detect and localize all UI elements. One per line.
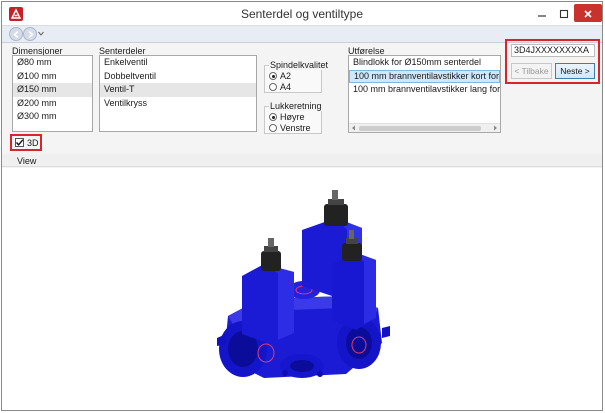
3d-viewport[interactable] (2, 168, 602, 410)
checkbox-checked-icon[interactable] (15, 138, 24, 147)
senterdeler-item-0[interactable]: Enkelventil (100, 56, 256, 70)
radio-selected-icon[interactable] (269, 72, 277, 80)
scroll-right-icon[interactable] (493, 125, 498, 131)
back-nav-button[interactable] (9, 27, 23, 41)
close-icon (584, 10, 592, 18)
utforelse-item-2[interactable]: 100 mm brannventilavstikker lang for Ø15 (349, 83, 500, 97)
radio-icon[interactable] (269, 124, 277, 132)
arrow-left-icon (12, 30, 18, 39)
spindelkvalitet-group: Spindelkvalitet A2 A4 (264, 60, 330, 93)
minimize-button[interactable] (531, 4, 553, 22)
spindelkvalitet-option-a4-label: A4 (280, 82, 292, 92)
maximize-icon (559, 9, 569, 19)
checkmark-icon (15, 139, 24, 146)
dimensjoner-item-4[interactable]: Ø300 mm (13, 110, 92, 124)
main-window: Senterdel og ventiltype Dimensjoner Ø80 … (1, 1, 603, 411)
dimensjoner-item-2[interactable]: Ø150 mm (13, 83, 92, 97)
lukkeretning-option-venstre-label: Venstre (280, 123, 311, 133)
scroll-left-icon[interactable] (351, 125, 356, 131)
scrollbar-thumb[interactable] (359, 126, 481, 131)
option-3d-label: 3D (27, 138, 39, 148)
lukkeretning-label: Lukkeretning (269, 101, 323, 111)
utforelse-item-1[interactable]: 100 mm brannventilavstikker kort for Ø15 (349, 69, 500, 83)
maximize-button[interactable] (553, 4, 575, 22)
back-button[interactable]: < Tilbake (511, 63, 552, 79)
arrow-right-icon (28, 30, 34, 39)
code-panel: 3D4JXXXXXXXXA < Tilbake Neste > (505, 39, 600, 84)
spindelkvalitet-label: Spindelkvalitet (269, 60, 330, 70)
radio-icon[interactable] (269, 83, 277, 91)
dimensjoner-list[interactable]: Ø80 mm Ø100 mm Ø150 mm Ø200 mm Ø300 mm (12, 55, 93, 132)
lukkeretning-group: Lukkeretning Høyre Venstre (264, 101, 323, 134)
option-3d-box: 3D (10, 134, 42, 151)
next-button[interactable]: Neste > (555, 63, 595, 79)
title-bar: Senterdel og ventiltype (2, 2, 602, 26)
close-button[interactable] (574, 4, 602, 22)
code-field[interactable]: 3D4JXXXXXXXXA (511, 44, 595, 57)
spindelkvalitet-option-a2-label: A2 (280, 71, 292, 81)
senterdeler-item-1[interactable]: Dobbeltventil (100, 70, 256, 84)
lukkeretning-option-hoyre[interactable]: Høyre (269, 112, 305, 123)
valve-3d-model (217, 190, 390, 378)
senterdeler-item-2[interactable]: Ventil-T (100, 83, 256, 97)
dimensjoner-item-3[interactable]: Ø200 mm (13, 97, 92, 111)
forward-nav-button[interactable] (23, 27, 37, 41)
senterdeler-item-3[interactable]: Ventilkryss (100, 97, 256, 111)
spindelkvalitet-option-a2[interactable]: A2 (269, 71, 291, 82)
senterdeler-list[interactable]: Enkelventil Dobbeltventil Ventil-T Venti… (99, 55, 257, 132)
utforelse-item-0[interactable]: Blindlokk for Ø150mm senterdel (349, 56, 500, 70)
dimensjoner-item-1[interactable]: Ø100 mm (13, 70, 92, 84)
chevron-down-icon[interactable] (38, 31, 44, 36)
utforelse-list[interactable]: Blindlokk for Ø150mm senterdel 100 mm br… (348, 55, 501, 133)
view-header: View (2, 154, 602, 167)
view-label: View (17, 156, 37, 166)
horizontal-scrollbar[interactable] (349, 123, 500, 132)
lukkeretning-option-venstre[interactable]: Venstre (269, 123, 311, 134)
window-title: Senterdel og ventiltype (240, 7, 364, 21)
spindelkvalitet-option-a4[interactable]: A4 (269, 82, 291, 93)
lukkeretning-option-hoyre-label: Høyre (280, 112, 305, 122)
option-3d-checkbox[interactable]: 3D (15, 138, 39, 149)
minimize-icon (538, 15, 546, 17)
dimensjoner-item-0[interactable]: Ø80 mm (13, 56, 92, 70)
radio-selected-icon[interactable] (269, 113, 277, 121)
